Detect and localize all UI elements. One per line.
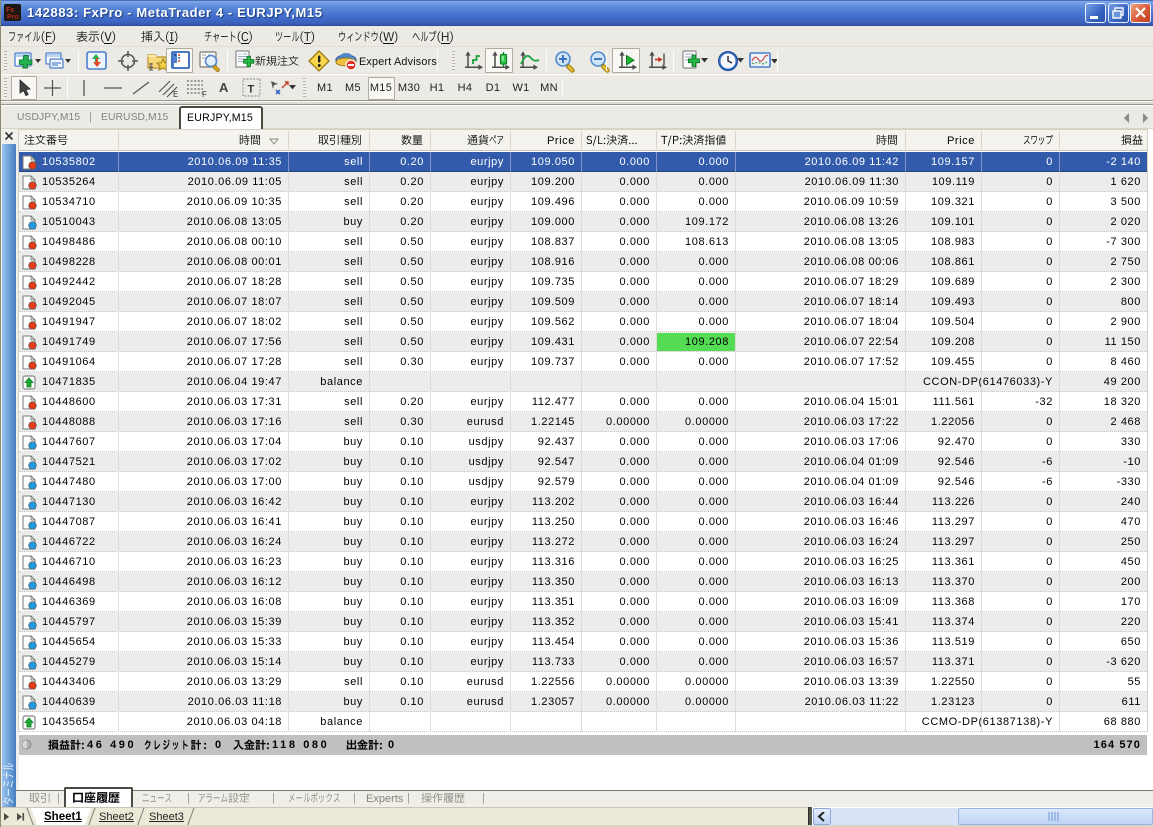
svg-text:F: F [202,90,207,98]
svg-text:T: T [248,84,255,96]
svg-text:Pro: Pro [7,14,19,21]
svg-text:E: E [173,90,178,98]
svg-text:Fx: Fx [6,7,14,14]
